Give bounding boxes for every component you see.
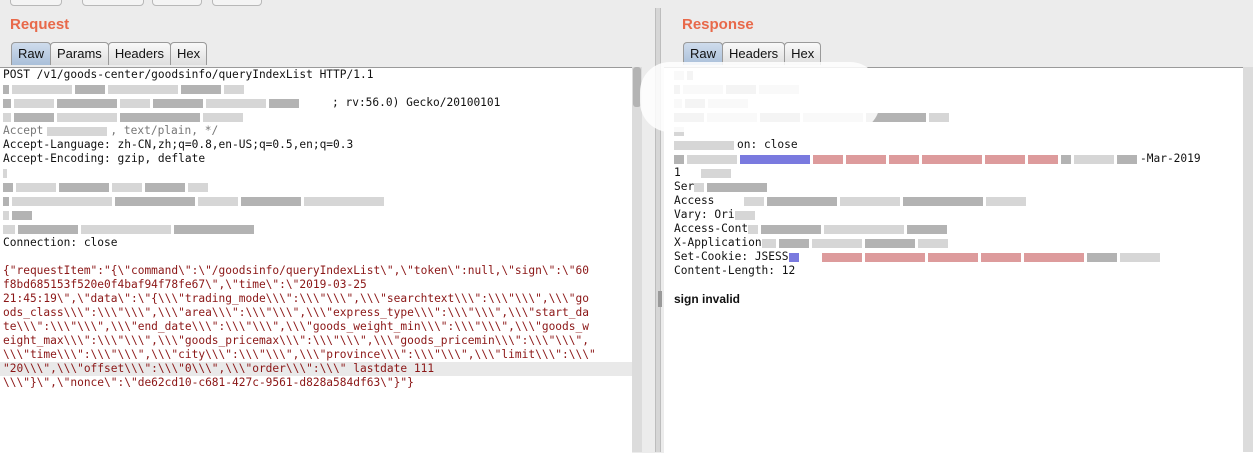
response-line-label: 1: [674, 166, 681, 179]
body-line: {"requestItem":"{\"command\":\"/goodsinf…: [3, 264, 589, 277]
redacted-line: [0, 208, 632, 222]
server-label: Ser: [674, 180, 695, 193]
response-body: sign invalid: [674, 292, 741, 306]
set-cookie-line: Set-Cookie: JSESS: [671, 250, 1253, 264]
tab-hex[interactable]: Hex: [169, 42, 208, 65]
response-title: Response: [682, 16, 754, 33]
accept-encoding-line: Accept-Encoding: gzip, deflate: [3, 152, 206, 165]
redacted-line: [0, 110, 632, 124]
request-editor[interactable]: POST /v1/goods-center/goodsinfo/queryInd…: [0, 67, 632, 453]
accept-language-line: Accept-Language: zh-CN,zh;q=0.8,en-US;q=…: [3, 138, 354, 151]
redacted-line: [0, 194, 632, 208]
connection-line: on: close: [671, 138, 1253, 152]
accept-label: Accept: [3, 124, 44, 137]
content-length-line: Content-Length: 12: [674, 264, 796, 277]
server-line: Ser: [671, 180, 1253, 194]
toolbar-button-stub[interactable]: [212, 0, 262, 6]
redacted-line: [0, 222, 632, 236]
vary-line: Vary: Ori: [671, 208, 1253, 222]
body-line: ods_class\\\":\\\"\\\",\\\"area\\\":\\\"…: [3, 306, 589, 319]
connection-line: Connection: close: [3, 236, 118, 249]
application-label: X-Application: [674, 236, 762, 249]
body-line: \\\"}\",\"nonce\":\"de62cd10-c681-427c-9…: [3, 376, 414, 389]
access-control-label: Access-Cont: [674, 222, 749, 235]
request-scrollbar[interactable]: [632, 67, 642, 452]
connection-tail: on: close: [737, 138, 798, 151]
access-label: Access: [674, 194, 715, 207]
application-line: X-Application: [671, 236, 1253, 250]
access-control-line: Access-Cont: [671, 222, 1253, 236]
access-line: Access: [671, 194, 1253, 208]
accept-line: Accept , text/plain, */: [0, 124, 632, 138]
redacted-line: [0, 180, 632, 194]
date-tail: -Mar-2019: [1140, 152, 1201, 165]
vary-label: Vary: Ori: [674, 208, 735, 221]
redacted-line: [0, 82, 632, 96]
tab-headers[interactable]: Headers: [107, 42, 171, 65]
body-line: te\\\":\\\"\\\",\\\"end_date\\\":\\\"\\\…: [3, 320, 589, 333]
body-line: f8bd685153f520e0f4baf94f78fe67\",\"time\…: [3, 278, 367, 291]
body-line: 21:45:19\",\"data\":\"{\\\"trading_mode\…: [3, 292, 589, 305]
redaction-smear: [640, 62, 880, 132]
accept-tail: , text/plain, */: [110, 124, 219, 137]
date-line: -Mar-2019: [671, 152, 1253, 166]
toolbar-button-stub[interactable]: [10, 0, 62, 6]
toolbar-button-stub[interactable]: [152, 0, 202, 6]
set-cookie-label: Set-Cookie: JSESS: [674, 250, 789, 263]
redacted-line: [0, 166, 632, 180]
tab-raw[interactable]: Raw: [11, 42, 52, 65]
user-agent-line: ; rv:56.0) Gecko/20100101: [0, 96, 632, 110]
body-line: \\\"time\\\":\\\"\\\",\\\"city\\\":\\\"\…: [3, 348, 596, 361]
tab-params[interactable]: Params: [50, 42, 109, 65]
response-line: 1: [671, 166, 1253, 180]
user-agent-tail: ; rv:56.0) Gecko/20100101: [332, 96, 501, 109]
request-tabs: Raw Params Headers Hex: [11, 42, 208, 66]
toolbar-button-stub[interactable]: [82, 0, 144, 6]
response-scrollbar[interactable]: [1243, 67, 1253, 452]
request-line: POST /v1/goods-center/goodsinfo/queryInd…: [3, 68, 374, 81]
body-line: eight_max\\\":\\\"\\\",\\\"goods_pricema…: [3, 334, 589, 347]
body-line-highlighted: "20\\\",\\\"offset\\\":\\\"0\\\",\\\"ord…: [0, 362, 632, 376]
request-title: Request: [10, 16, 70, 33]
split-grip[interactable]: [658, 291, 662, 307]
